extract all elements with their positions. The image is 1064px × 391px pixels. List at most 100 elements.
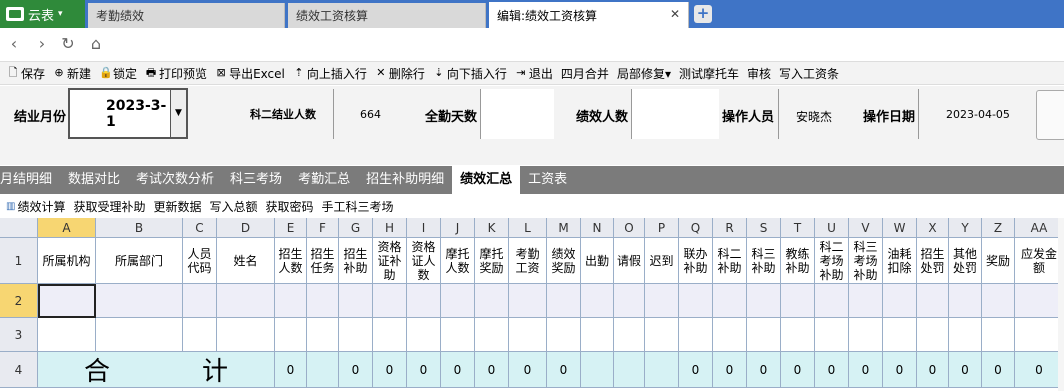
column-title-S[interactable]: 科三 补助 [747,238,781,284]
grid-cell[interactable] [38,284,96,318]
grid-cell[interactable] [275,318,307,352]
column-header-I[interactable]: I [407,218,441,238]
toolbar-button-11[interactable]: 测试摩托车 [676,65,744,82]
grid-cell[interactable] [713,318,747,352]
column-header-V[interactable]: V [849,218,883,238]
full-attendance-field[interactable] [480,89,554,139]
grid-cell[interactable] [307,318,339,352]
grid-cell[interactable] [38,318,96,352]
section-tab-7[interactable]: 工资表 [520,166,575,194]
new-tab-plus-icon[interactable]: + [694,5,712,23]
total-cell-Y[interactable]: 0 [949,352,982,388]
column-header-N[interactable]: N [581,218,614,238]
grid-cell[interactable] [183,284,217,318]
grid-cell[interactable] [475,284,509,318]
grid-cell[interactable] [96,318,183,352]
toolbar-button-0[interactable]: 🗋 保存 [4,65,50,82]
toolbar-button-10[interactable]: 局部修复▾ [614,65,676,82]
column-header-T[interactable]: T [781,218,815,238]
column-title-Y[interactable]: 其他 处罚 [949,238,982,284]
section-tab-2[interactable]: 考试次数分析 [128,166,222,194]
toolbar-button-9[interactable]: 四月合并 [558,65,614,82]
toolbar-button-1[interactable]: ⊕ 新建 [50,65,96,82]
column-header-B[interactable]: B [96,218,183,238]
column-title-B[interactable]: 所属部门 [96,238,183,284]
column-title-I[interactable]: 资格 证人数 [407,238,441,284]
column-title-E[interactable]: 招生 人数 [275,238,307,284]
sub-toolbar-button-4[interactable]: 获取密码 [262,198,318,215]
total-cell-O[interactable] [614,352,645,388]
sub-toolbar-button-1[interactable]: 获取受理补助 [69,198,149,215]
total-cell-F[interactable] [307,352,339,388]
column-header-G[interactable]: G [339,218,373,238]
brand-menu[interactable]: 云表 ▾ [0,0,85,28]
column-title-X[interactable]: 招生 处罚 [917,238,949,284]
column-header-O[interactable]: O [614,218,645,238]
grid-cell[interactable] [679,284,713,318]
column-header-E[interactable]: E [275,218,307,238]
tab-attendance[interactable]: 考勤绩效 [88,3,285,28]
grid-cell[interactable] [509,284,547,318]
column-header-D[interactable]: D [217,218,275,238]
column-header-L[interactable]: L [509,218,547,238]
grid-cell[interactable] [1015,318,1064,352]
total-cell-E[interactable]: 0 [275,352,307,388]
refresh-icon[interactable]: ↻ [58,34,78,54]
column-title-H[interactable]: 资格 证补助 [373,238,407,284]
sub-toolbar-button-2[interactable]: 更新数据 [149,198,205,215]
grid-cell[interactable] [373,284,407,318]
column-title-F[interactable]: 招生 任务 [307,238,339,284]
column-title-Q[interactable]: 联办 补助 [679,238,713,284]
total-cell-M[interactable]: 0 [547,352,581,388]
total-cell-N[interactable] [581,352,614,388]
grid-cell[interactable] [713,284,747,318]
grid-cell[interactable] [339,284,373,318]
column-header-AA[interactable]: AA [1015,218,1064,238]
chevron-left-icon[interactable]: ‹ [4,34,24,54]
performance-count-field[interactable] [631,89,719,139]
total-cell-Z[interactable]: 0 [982,352,1015,388]
section-tab-4[interactable]: 考勤汇总 [290,166,358,194]
total-cell-H[interactable]: 0 [373,352,407,388]
month-select[interactable]: 2023-3-1 ▼ [68,88,188,139]
grid-cell[interactable] [815,284,849,318]
total-cell-V[interactable]: 0 [849,352,883,388]
total-cell-G[interactable]: 0 [339,352,373,388]
column-title-AA[interactable]: 应发金额 [1015,238,1064,284]
toolbar-button-2[interactable]: 🔒 锁定 [96,65,142,82]
section-tab-0[interactable]: 月结明细 [0,166,60,194]
grid-cell[interactable] [949,284,982,318]
grid-cell[interactable] [645,318,679,352]
column-title-V[interactable]: 科三 考场 补助 [849,238,883,284]
tab-performance-salary[interactable]: 绩效工资核算 [288,3,486,28]
grid-cell[interactable] [581,318,614,352]
total-cell-U[interactable]: 0 [815,352,849,388]
column-title-T[interactable]: 教练 补助 [781,238,815,284]
column-header-A[interactable]: A [38,218,96,238]
column-title-L[interactable]: 考勤 工资 [509,238,547,284]
total-cell-AA[interactable]: 0 [1015,352,1064,388]
grid-cell[interactable] [581,284,614,318]
grid-cell[interactable] [949,318,982,352]
column-header-Z[interactable]: Z [982,218,1015,238]
total-cell-K[interactable]: 0 [475,352,509,388]
grid-cell[interactable] [217,318,275,352]
column-header-M[interactable]: M [547,218,581,238]
grid-cell[interactable] [183,318,217,352]
total-cell-R[interactable]: 0 [713,352,747,388]
toolbar-button-6[interactable]: ✕ 删除行 [372,65,430,82]
chevron-right-icon[interactable]: › [32,34,52,54]
column-header-H[interactable]: H [373,218,407,238]
sub-toolbar-button-3[interactable]: 写入总额 [206,198,262,215]
grid-cell[interactable] [849,318,883,352]
grid-cell[interactable] [883,318,917,352]
close-icon[interactable]: ✕ [670,7,680,21]
sub-toolbar-button-0[interactable]: ▥ 绩效计算 [2,198,69,215]
column-header-R[interactable]: R [713,218,747,238]
grid-cell[interactable] [679,318,713,352]
column-title-A[interactable]: 所属机构 [38,238,96,284]
total-cell-L[interactable]: 0 [509,352,547,388]
grid-cell[interactable] [917,318,949,352]
home-icon[interactable]: ⌂ [86,34,106,54]
column-title-D[interactable]: 姓名 [217,238,275,284]
